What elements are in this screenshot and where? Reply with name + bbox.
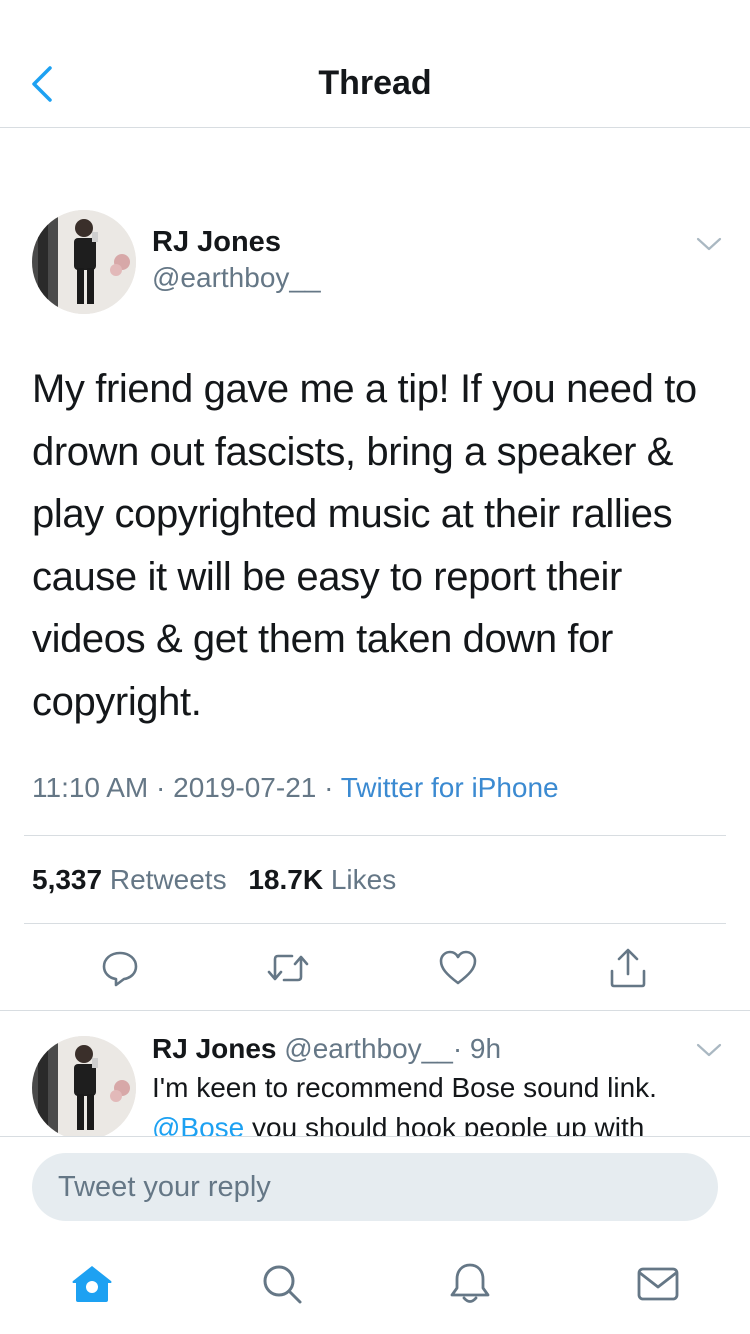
tab-notifications[interactable] xyxy=(446,1260,494,1308)
nav-header: Thread xyxy=(0,0,750,128)
avatar-photo xyxy=(32,1036,136,1140)
reply-text: I'm keen to recommend Bose sound link. @… xyxy=(152,1068,722,1136)
retweet-button[interactable] xyxy=(266,946,310,990)
reply-icon xyxy=(102,951,138,987)
likes-count: 18.7K xyxy=(248,864,324,895)
reply-age: · 9h xyxy=(452,1033,502,1064)
tweet-time: 11:10 AM xyxy=(32,772,149,803)
reply-author-name[interactable]: RJ Jones xyxy=(152,1033,277,1064)
chevron-down-icon xyxy=(696,237,722,251)
messages-icon xyxy=(637,1267,679,1301)
reply-header: RJ Jones @earthboy__· 9h xyxy=(152,1033,501,1065)
reply-button[interactable] xyxy=(98,946,142,990)
divider xyxy=(24,923,726,924)
author-name[interactable]: RJ Jones xyxy=(152,226,281,259)
share-icon xyxy=(610,948,646,988)
divider xyxy=(0,1010,750,1011)
search-icon xyxy=(263,1265,302,1304)
tweet-date: 2019-07-21 xyxy=(173,772,317,803)
tweet-text: My friend gave me a tip! If you need to … xyxy=(32,367,697,724)
tab-home[interactable] xyxy=(68,1260,116,1308)
heart-icon xyxy=(439,950,477,985)
likes-stat[interactable]: 18.7K Likes xyxy=(248,864,396,895)
retweets-count: 5,337 xyxy=(32,864,103,895)
tweet-source-link[interactable]: Twitter for iPhone xyxy=(341,772,559,803)
tweet-menu-button[interactable] xyxy=(694,234,724,254)
reply-input[interactable] xyxy=(32,1153,718,1221)
likes-label: Likes xyxy=(330,864,397,895)
meta-separator: · xyxy=(156,772,166,803)
share-button[interactable] xyxy=(606,946,650,990)
reply-text-line: @Bose you should hook people up with xyxy=(152,1108,722,1136)
chevron-down-icon xyxy=(696,1043,722,1057)
divider xyxy=(24,835,726,836)
like-button[interactable] xyxy=(436,946,480,990)
home-icon xyxy=(72,1266,112,1302)
retweet-icon xyxy=(267,954,309,982)
reply-text-line: I'm keen to recommend Bose sound link. xyxy=(152,1072,657,1103)
avatar-photo xyxy=(32,210,136,314)
retweets-label: Retweets xyxy=(109,864,227,895)
meta-separator: · xyxy=(324,772,334,803)
notifications-icon xyxy=(450,1263,490,1303)
reply-text-rest: you should hook people up with xyxy=(244,1112,645,1136)
retweets-stat[interactable]: 5,337 Retweets xyxy=(32,864,227,895)
tweet-stats: 5,337 Retweets 18.7K Likes xyxy=(32,864,410,896)
page-title: Thread xyxy=(318,64,432,102)
avatar[interactable] xyxy=(32,210,136,314)
tweet-meta: 11:10 AM · 2019-07-21 · Twitter for iPho… xyxy=(32,772,559,804)
reply-menu-button[interactable] xyxy=(694,1040,724,1060)
reply-avatar[interactable] xyxy=(32,1036,136,1140)
mention-link[interactable]: @Bose xyxy=(152,1112,244,1136)
reply-author-handle[interactable]: @earthboy__ xyxy=(284,1033,453,1064)
author-handle[interactable]: @earthboy__ xyxy=(152,262,321,294)
tab-search[interactable] xyxy=(258,1260,306,1308)
tab-messages[interactable] xyxy=(634,1260,682,1308)
